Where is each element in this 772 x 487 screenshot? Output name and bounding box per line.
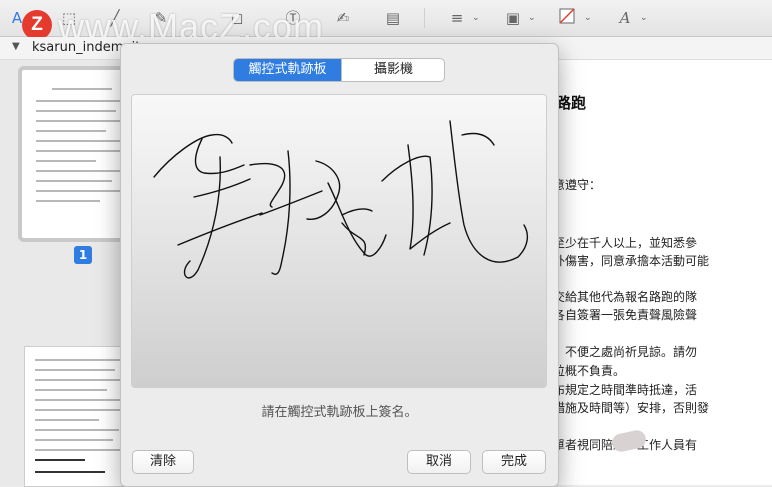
signature-sheet: 觸控式軌跡板 攝影機 請在觸控式軌跡板上簽名。 清除 取消 完成	[120, 43, 559, 487]
input-source-segmented-control: 觸控式軌跡板 攝影機	[233, 58, 445, 82]
page-number-badge: 1	[74, 246, 92, 264]
watermark-logo: Z	[22, 10, 52, 40]
document-line: 動，不便之處尚祈見諒。請勿	[541, 345, 698, 359]
signature-stroke	[153, 120, 529, 279]
chevron-down-icon[interactable]: ⌄	[472, 13, 480, 23]
document-line: 制措施及時間等）安排，否則發	[541, 401, 710, 415]
note-icon[interactable]: ▤	[382, 8, 404, 28]
document-line: 幾各自簽署一張免責聲風險聲	[541, 308, 698, 322]
done-button[interactable]: 完成	[482, 450, 546, 474]
document-line: 明交給其他代為報名路跑的隊	[541, 290, 698, 304]
chevron-down-icon[interactable]: ⌄	[640, 13, 648, 23]
document-line: 意外傷害，同意承擔本活動可能	[541, 254, 710, 268]
chevron-down-icon[interactable]: ⌄	[528, 13, 536, 23]
clear-button[interactable]: 清除	[132, 450, 194, 474]
border-color-icon[interactable]: ▣	[502, 8, 524, 28]
tab-camera[interactable]: 攝影機	[341, 59, 444, 81]
disclosure-triangle-icon[interactable]: ▼	[12, 41, 20, 52]
document-line: 數至少在千人以上，並知悉參	[541, 236, 698, 250]
fill-color-icon[interactable]	[556, 8, 578, 28]
tab-trackpad[interactable]: 觸控式軌跡板	[234, 59, 341, 81]
signature-hint: 請在觸控式軌跡板上簽名。	[261, 405, 418, 420]
font-icon[interactable]: A	[614, 8, 636, 28]
line-style-icon[interactable]: ≡	[446, 8, 468, 28]
document-page	[530, 60, 772, 485]
cancel-button[interactable]: 取消	[407, 450, 471, 474]
sign-icon[interactable]: ✍	[332, 8, 354, 28]
chevron-down-icon[interactable]: ⌄	[584, 13, 592, 23]
document-line: 公布規定之時間準時抵達，活	[541, 383, 698, 397]
signature-pad[interactable]	[131, 94, 547, 388]
